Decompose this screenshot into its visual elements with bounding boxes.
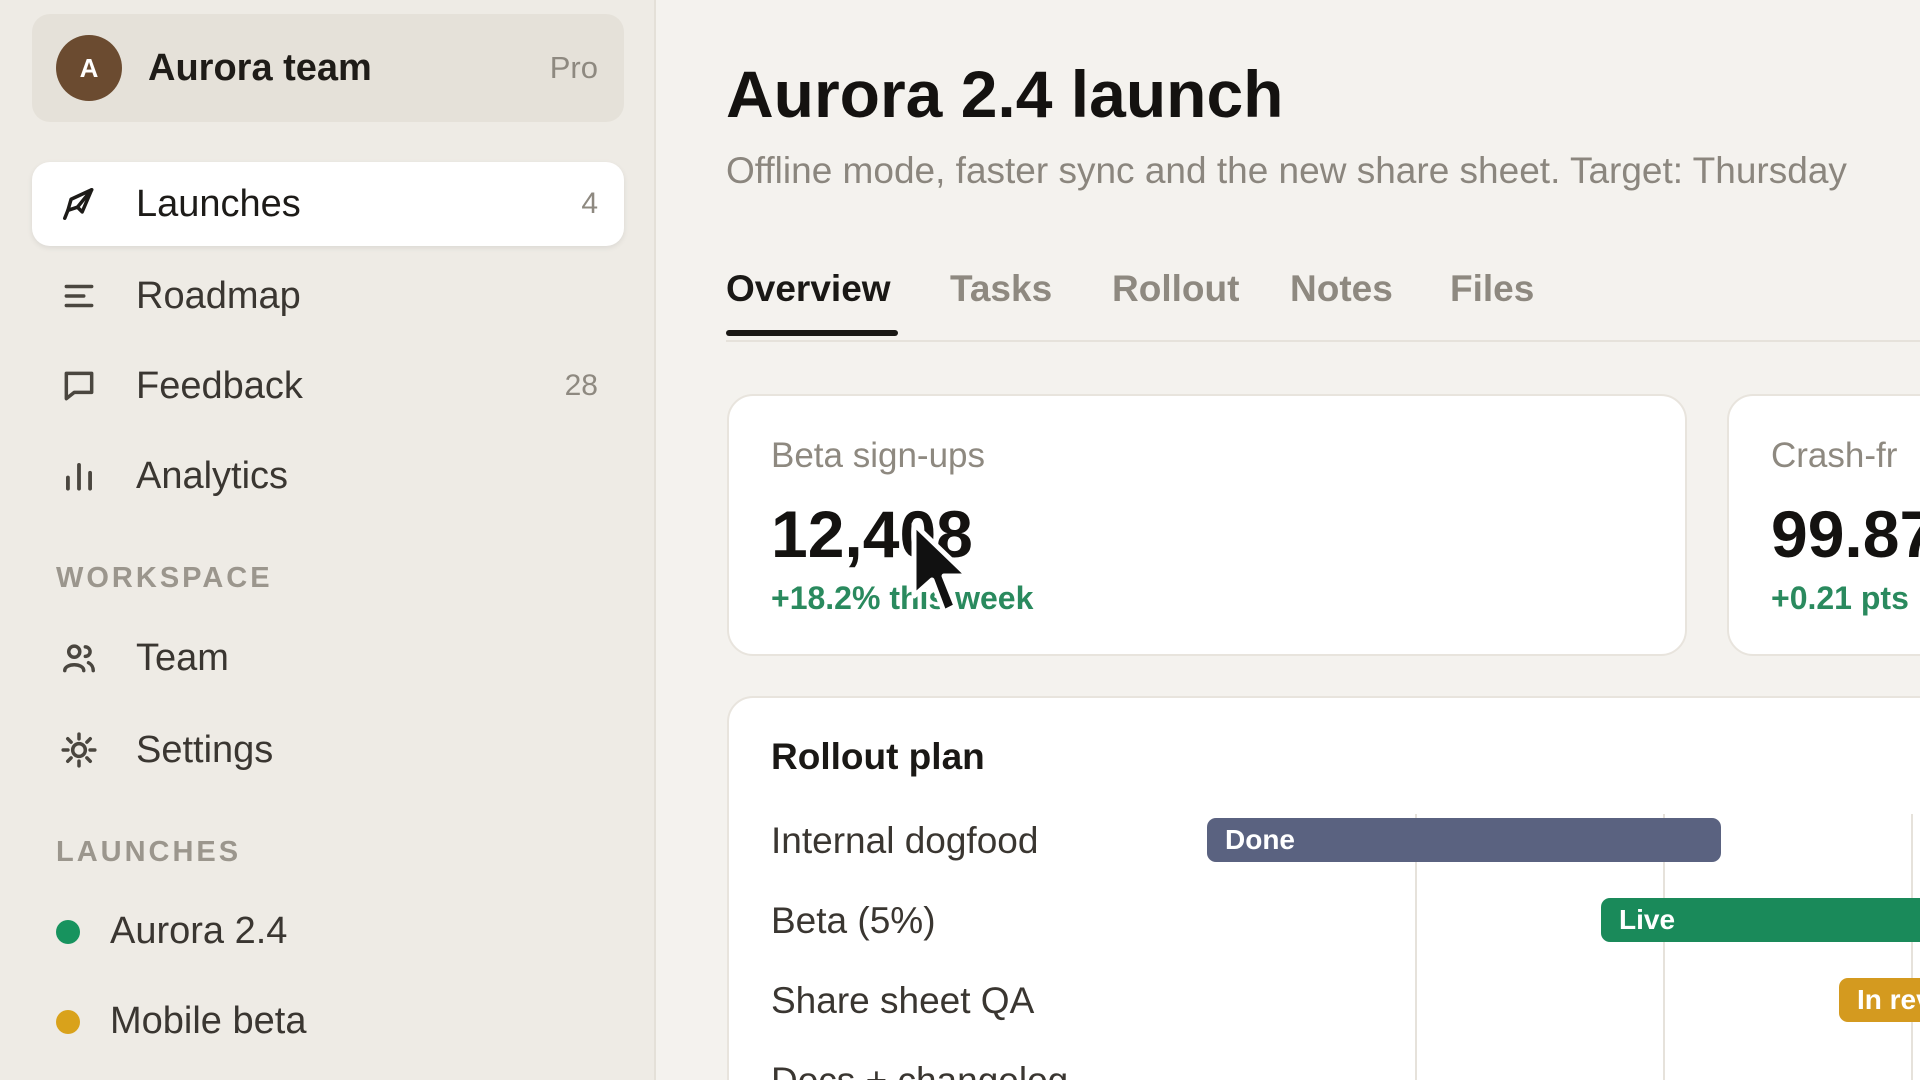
rollout-row-label: Beta (5%) [771,900,936,941]
launch-item-label: Aurora 2.4 [110,910,288,952]
tab-files[interactable]: Files [1450,268,1534,310]
launch-item-mobile-beta[interactable]: Mobile beta [56,1000,306,1043]
stat-card-beta-signups: Beta sign-ups 12,408 +18.2% this week [727,394,1687,656]
rollout-row-label: Internal dogfood [771,820,1039,861]
mouse-cursor-icon [911,521,971,615]
launch-item-label: Mobile beta [110,1000,307,1042]
launch-item-aurora[interactable]: Aurora 2.4 [56,910,287,953]
stat-value: 99.87 [1771,497,1920,571]
section-label-launches: LAUNCHES [56,836,242,868]
sidebar-item-launches[interactable]: Launches 4 [32,162,624,246]
roadmap-lines-icon [58,275,100,317]
count-badge: 28 [564,369,598,402]
gear-icon [58,729,100,771]
timeline-gridline [1911,814,1913,1080]
active-tab-indicator [726,330,898,336]
rollout-bar-live[interactable]: Live [1601,898,1920,942]
main-content: Aurora 2.4 launch Offline mode, faster s… [656,0,1920,1080]
rollout-title: Rollout plan [771,736,985,777]
stat-delta: +0.21 pts [1771,580,1909,616]
sidebar-item-label: Roadmap [136,274,301,317]
chat-bubble-icon [58,365,100,407]
stat-label: Crash-fr [1771,436,1898,475]
tab-tasks[interactable]: Tasks [950,268,1052,310]
team-name: Aurora team [148,46,372,89]
page-title: Aurora 2.4 launch [726,57,1284,131]
tab-rollout[interactable]: Rollout [1112,268,1239,310]
avatar: A [56,35,122,101]
rollout-row-label: Docs + changelog [771,1060,1068,1080]
section-label-workspace: WORKSPACE [56,562,273,594]
sidebar-item-analytics[interactable]: Analytics [32,434,624,518]
sidebar-item-label: Team [136,636,229,679]
status-dot [56,1009,80,1034]
rocket-icon [58,183,100,225]
stat-delta: +18.2% this week [771,580,1034,616]
stat-label: Beta sign-ups [771,436,986,475]
count-badge: 4 [581,187,598,220]
page-subtitle: Offline mode, faster sync and the new sh… [726,150,1847,191]
stat-card-crash-free: Crash-fr 99.87 +0.21 pts [1727,394,1920,656]
team-switcher[interactable]: A Aurora team Pro [32,14,624,122]
rollout-plan-card: Rollout plan Internal dogfood Done Beta … [727,696,1920,1080]
people-icon [58,637,100,679]
sidebar-item-label: Feedback [136,364,303,407]
tab-overview[interactable]: Overview [726,268,891,310]
status-dot [56,919,80,944]
sidebar-item-settings[interactable]: Settings [32,708,624,792]
rollout-bar-done[interactable]: Done [1207,818,1721,862]
sidebar: A Aurora team Pro Launches 4 Roadmap Fee… [0,0,656,1080]
sidebar-item-label: Settings [136,728,274,771]
plan-badge: Pro [549,50,598,85]
sidebar-item-label: Analytics [136,454,289,497]
tab-notes[interactable]: Notes [1290,268,1393,310]
rollout-bar-in-review[interactable]: In review [1839,978,1920,1022]
sidebar-item-feedback[interactable]: Feedback 28 [32,344,624,428]
rollout-row-label: Share sheet QA [771,980,1035,1021]
sidebar-item-label: Launches [136,182,301,225]
sidebar-item-roadmap[interactable]: Roadmap [32,254,624,338]
tab-bar: Overview Tasks Rollout Notes Files [726,268,1920,342]
bar-chart-icon [58,455,100,497]
sidebar-item-team[interactable]: Team [32,616,624,700]
